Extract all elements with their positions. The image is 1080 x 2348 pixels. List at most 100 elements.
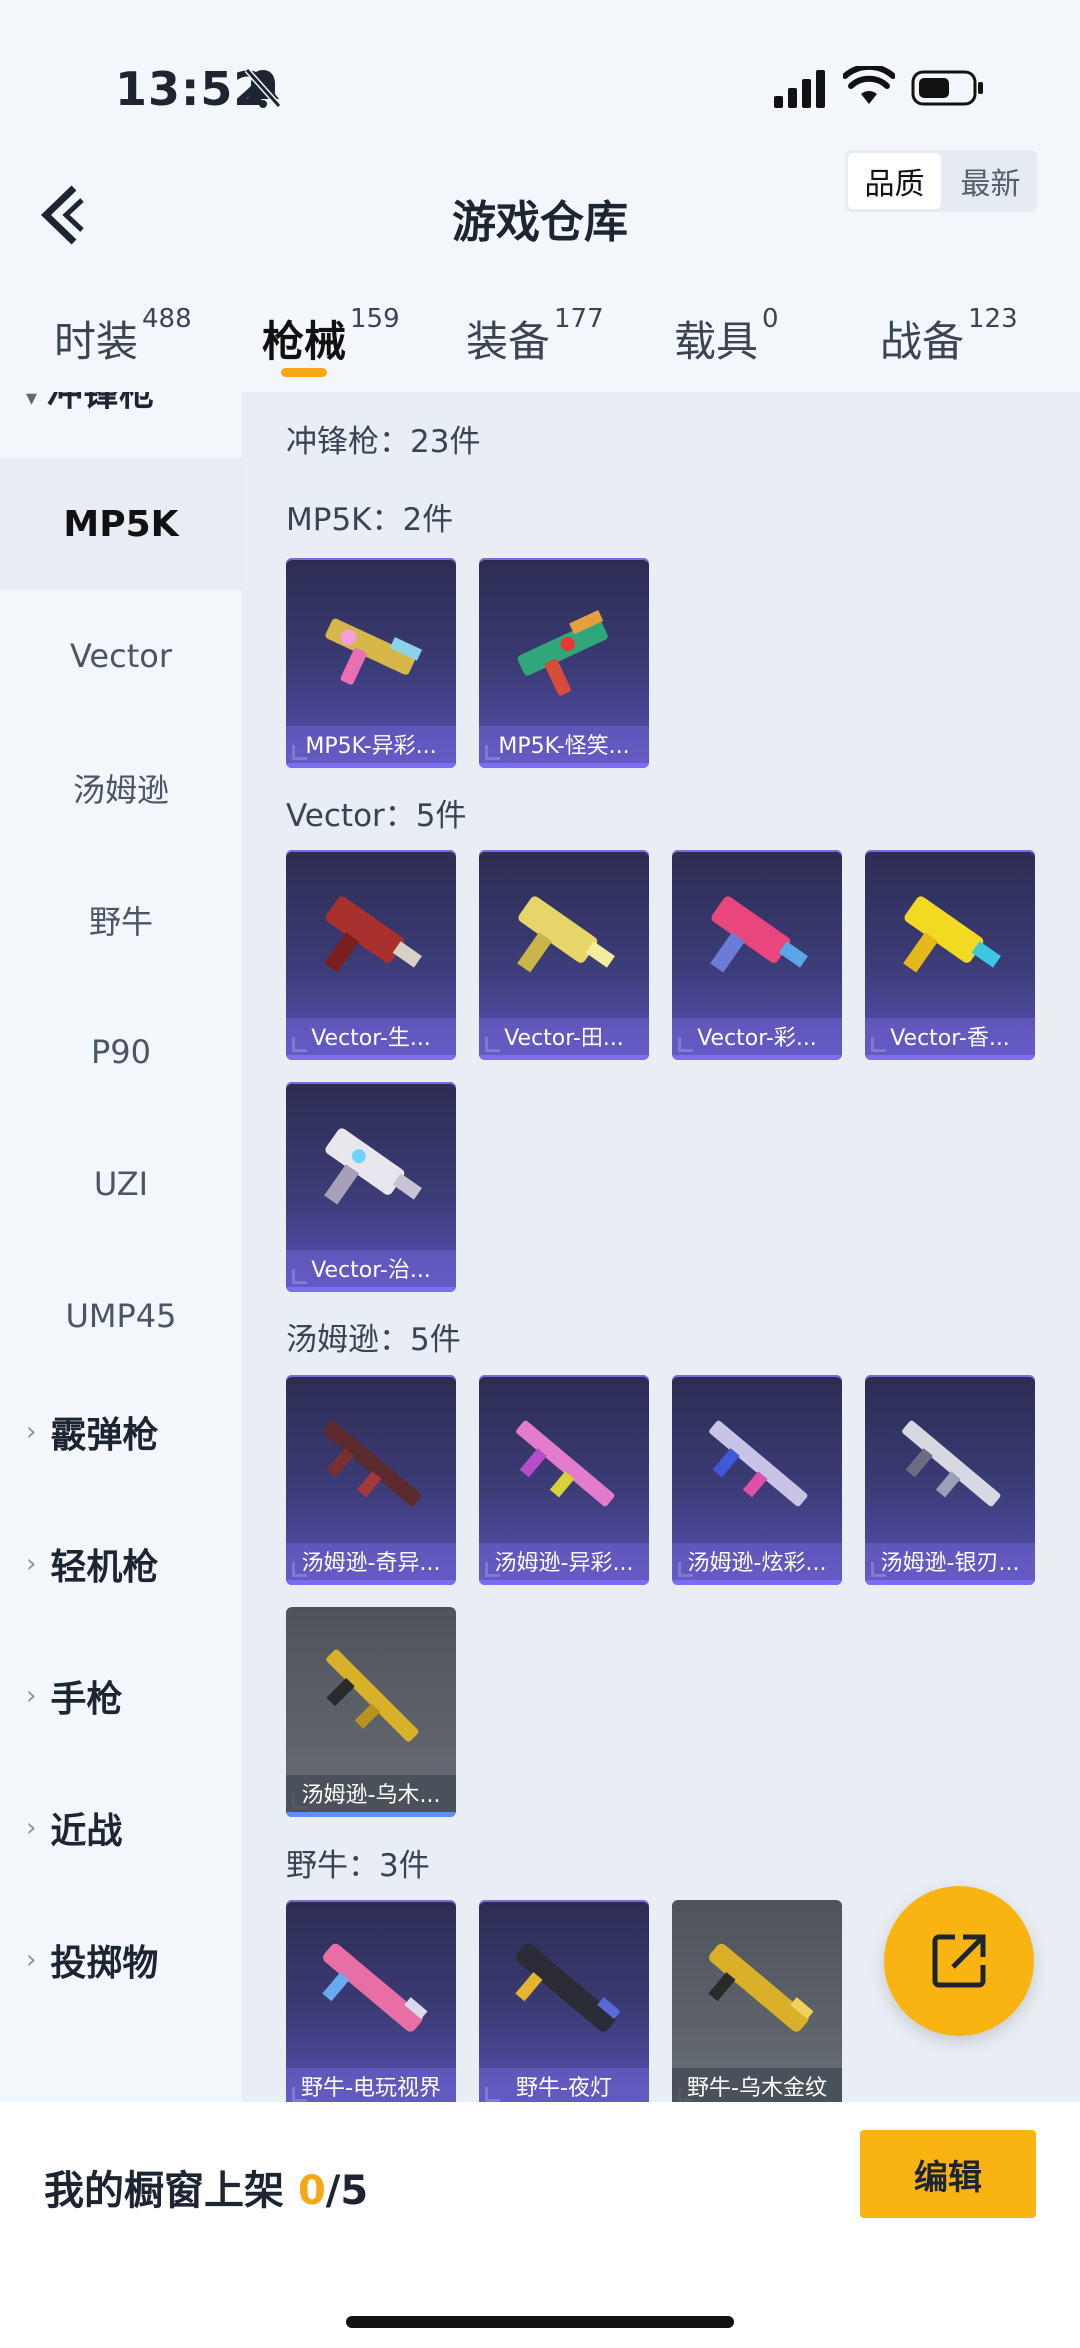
item-card[interactable]: Vector-彩... xyxy=(672,850,842,1060)
item-card[interactable]: Vector-香... xyxy=(865,850,1035,1060)
tab-vehicles[interactable]: 载具 0 xyxy=(674,304,779,369)
chevron-right-icon: › xyxy=(26,1417,37,1447)
sidebar-group-label: 霰弹枪 xyxy=(50,1415,159,1456)
item-card[interactable]: 汤姆逊-银刃... xyxy=(865,1375,1035,1585)
item-name: Vector-香... xyxy=(865,1018,1035,1060)
tab-fashion[interactable]: 时装 488 xyxy=(54,304,192,369)
sidebar-item-uzi[interactable]: UZI xyxy=(0,1118,242,1250)
item-name: MP5K-怪笑... xyxy=(479,726,649,768)
weapon-skin-icon xyxy=(517,610,608,696)
home-indicator[interactable] xyxy=(346,2316,734,2328)
mute-bell-icon xyxy=(244,68,282,108)
section-title-thompson: 汤姆逊：5件 xyxy=(286,1322,461,1358)
chevron-right-icon: › xyxy=(26,1549,37,1579)
cellular-signal-icon xyxy=(774,70,825,108)
category-summary: 冲锋枪：23件 xyxy=(286,424,481,460)
rarity-bar xyxy=(865,1580,1035,1585)
showcase-label: 我的橱窗上架 xyxy=(44,2168,298,2214)
rarity-bar xyxy=(479,1055,649,1060)
weapon-skin-icon xyxy=(517,896,615,973)
app-header: 游戏仓库 品质 最新 xyxy=(0,150,1080,280)
showcase-status: 我的橱窗上架 0/5 xyxy=(44,2158,368,2216)
rarity-bar xyxy=(286,1055,456,1060)
sidebar-group-label: 投掷物 xyxy=(50,1943,159,1984)
category-tabs: 时装 488 枪械 159 装备 177 载具 0 战备 123 xyxy=(0,290,1080,390)
rarity-bar xyxy=(286,763,456,768)
rarity-bar xyxy=(865,1055,1035,1060)
item-card[interactable]: Vector-生... xyxy=(286,850,456,1060)
weapon-skin-icon xyxy=(515,1943,621,2032)
item-name: 汤姆逊-奇异... xyxy=(286,1543,456,1585)
item-name: 野牛-电玩视界 xyxy=(286,2068,456,2102)
item-name: 野牛-乌木金纹 xyxy=(672,2068,842,2102)
rarity-bar xyxy=(672,1580,842,1585)
sidebar-group-lmg[interactable]: › 轻机枪 xyxy=(26,1538,158,1590)
sidebar-item-vector[interactable]: Vector xyxy=(0,590,242,722)
tab-supplies[interactable]: 战备 123 xyxy=(880,304,1018,369)
item-card[interactable]: 野牛-电玩视界 xyxy=(286,1900,456,2102)
sidebar-group-melee[interactable]: › 近战 xyxy=(26,1802,122,1854)
weapon-skin-icon xyxy=(323,1420,422,1507)
tab-label: 战备 xyxy=(880,317,965,366)
sidebar-group-shotgun[interactable]: › 霰弹枪 xyxy=(26,1406,158,1458)
item-name: 汤姆逊-银刃... xyxy=(865,1543,1035,1585)
tab-label: 装备 xyxy=(466,317,551,366)
tab-label: 枪械 xyxy=(262,317,347,366)
item-card[interactable]: 汤姆逊-炫彩... xyxy=(672,1375,842,1585)
rarity-bar xyxy=(286,1287,456,1292)
item-card[interactable]: 野牛-乌木金纹 xyxy=(672,1900,842,2102)
tab-equipment[interactable]: 装备 177 xyxy=(466,304,604,369)
item-card[interactable]: MP5K-异彩... xyxy=(286,558,456,768)
section-title-bizon: 野牛：3件 xyxy=(286,1848,430,1884)
tab-label: 时装 xyxy=(54,317,139,366)
sidebar-group-throwable[interactable]: › 投掷物 xyxy=(26,1934,158,1986)
sidebar-item-thompson[interactable]: 汤姆逊 xyxy=(0,722,242,854)
showcase-total: /5 xyxy=(325,2168,369,2214)
tab-label: 载具 xyxy=(674,317,759,366)
sidebar-item-bizon[interactable]: 野牛 xyxy=(0,854,242,986)
status-bar: 13:52 xyxy=(0,0,1080,150)
sort-quality-option[interactable]: 品质 xyxy=(848,153,941,209)
item-card[interactable]: 汤姆逊-奇异... xyxy=(286,1375,456,1585)
edit-button[interactable]: 编辑 xyxy=(860,2130,1036,2218)
rarity-bar xyxy=(286,1580,456,1585)
showcase-count: 0 xyxy=(297,2168,326,2214)
sidebar-item-ump45[interactable]: UMP45 xyxy=(0,1250,242,1382)
item-card[interactable]: MP5K-怪笑... xyxy=(479,558,649,768)
sidebar-group-label: 轻机枪 xyxy=(50,1547,159,1588)
weapon-skin-icon xyxy=(710,896,808,973)
item-name: Vector-田... xyxy=(479,1018,649,1060)
item-name: 汤姆逊-异彩... xyxy=(479,1543,649,1585)
sidebar-item-p90[interactable]: P90 xyxy=(0,986,242,1118)
sidebar-group-label: 手枪 xyxy=(50,1679,123,1720)
tab-count: 159 xyxy=(350,304,400,334)
item-card[interactable]: 汤姆逊-乌木... xyxy=(286,1607,456,1817)
weapon-skin-icon xyxy=(709,1420,808,1507)
chevron-right-icon: › xyxy=(26,1945,37,1975)
item-name: 汤姆逊-乌木... xyxy=(286,1775,456,1817)
item-name: MP5K-异彩... xyxy=(286,726,456,768)
tab-count: 177 xyxy=(554,304,604,334)
showcase-footer: 我的橱窗上架 0/5 编辑 xyxy=(0,2102,1080,2348)
sidebar-group-pistol[interactable]: › 手枪 xyxy=(26,1670,122,1722)
rarity-bar xyxy=(286,1812,456,1817)
item-card[interactable]: 汤姆逊-异彩... xyxy=(479,1375,649,1585)
tab-firearms[interactable]: 枪械 159 xyxy=(262,304,400,369)
item-name: Vector-治... xyxy=(286,1250,456,1292)
item-name: Vector-生... xyxy=(286,1018,456,1060)
item-card[interactable]: Vector-治... xyxy=(286,1082,456,1292)
sidebar-item-mp5k[interactable]: MP5K xyxy=(0,458,242,590)
weapon-sidebar: ▾ 冲锋枪 MP5K Vector 汤姆逊 野牛 P90 UZI UMP45 › 霰… xyxy=(0,392,242,2102)
weapon-skin-icon xyxy=(325,618,423,685)
sort-toggle: 品质 最新 xyxy=(845,150,1037,212)
item-name: 汤姆逊-炫彩... xyxy=(672,1543,842,1585)
sort-newest-option[interactable]: 最新 xyxy=(944,150,1037,212)
share-button[interactable] xyxy=(884,1886,1034,2036)
item-card[interactable]: Vector-田... xyxy=(479,850,649,1060)
tab-count: 0 xyxy=(762,304,779,334)
sidebar-group-smg[interactable]: ▾ 冲锋枪 xyxy=(26,392,155,416)
sidebar-group-label: 近战 xyxy=(50,1811,123,1852)
item-card[interactable]: 野牛-夜灯 xyxy=(479,1900,649,2102)
weapon-skin-icon xyxy=(326,1649,419,1742)
rarity-bar xyxy=(672,1055,842,1060)
